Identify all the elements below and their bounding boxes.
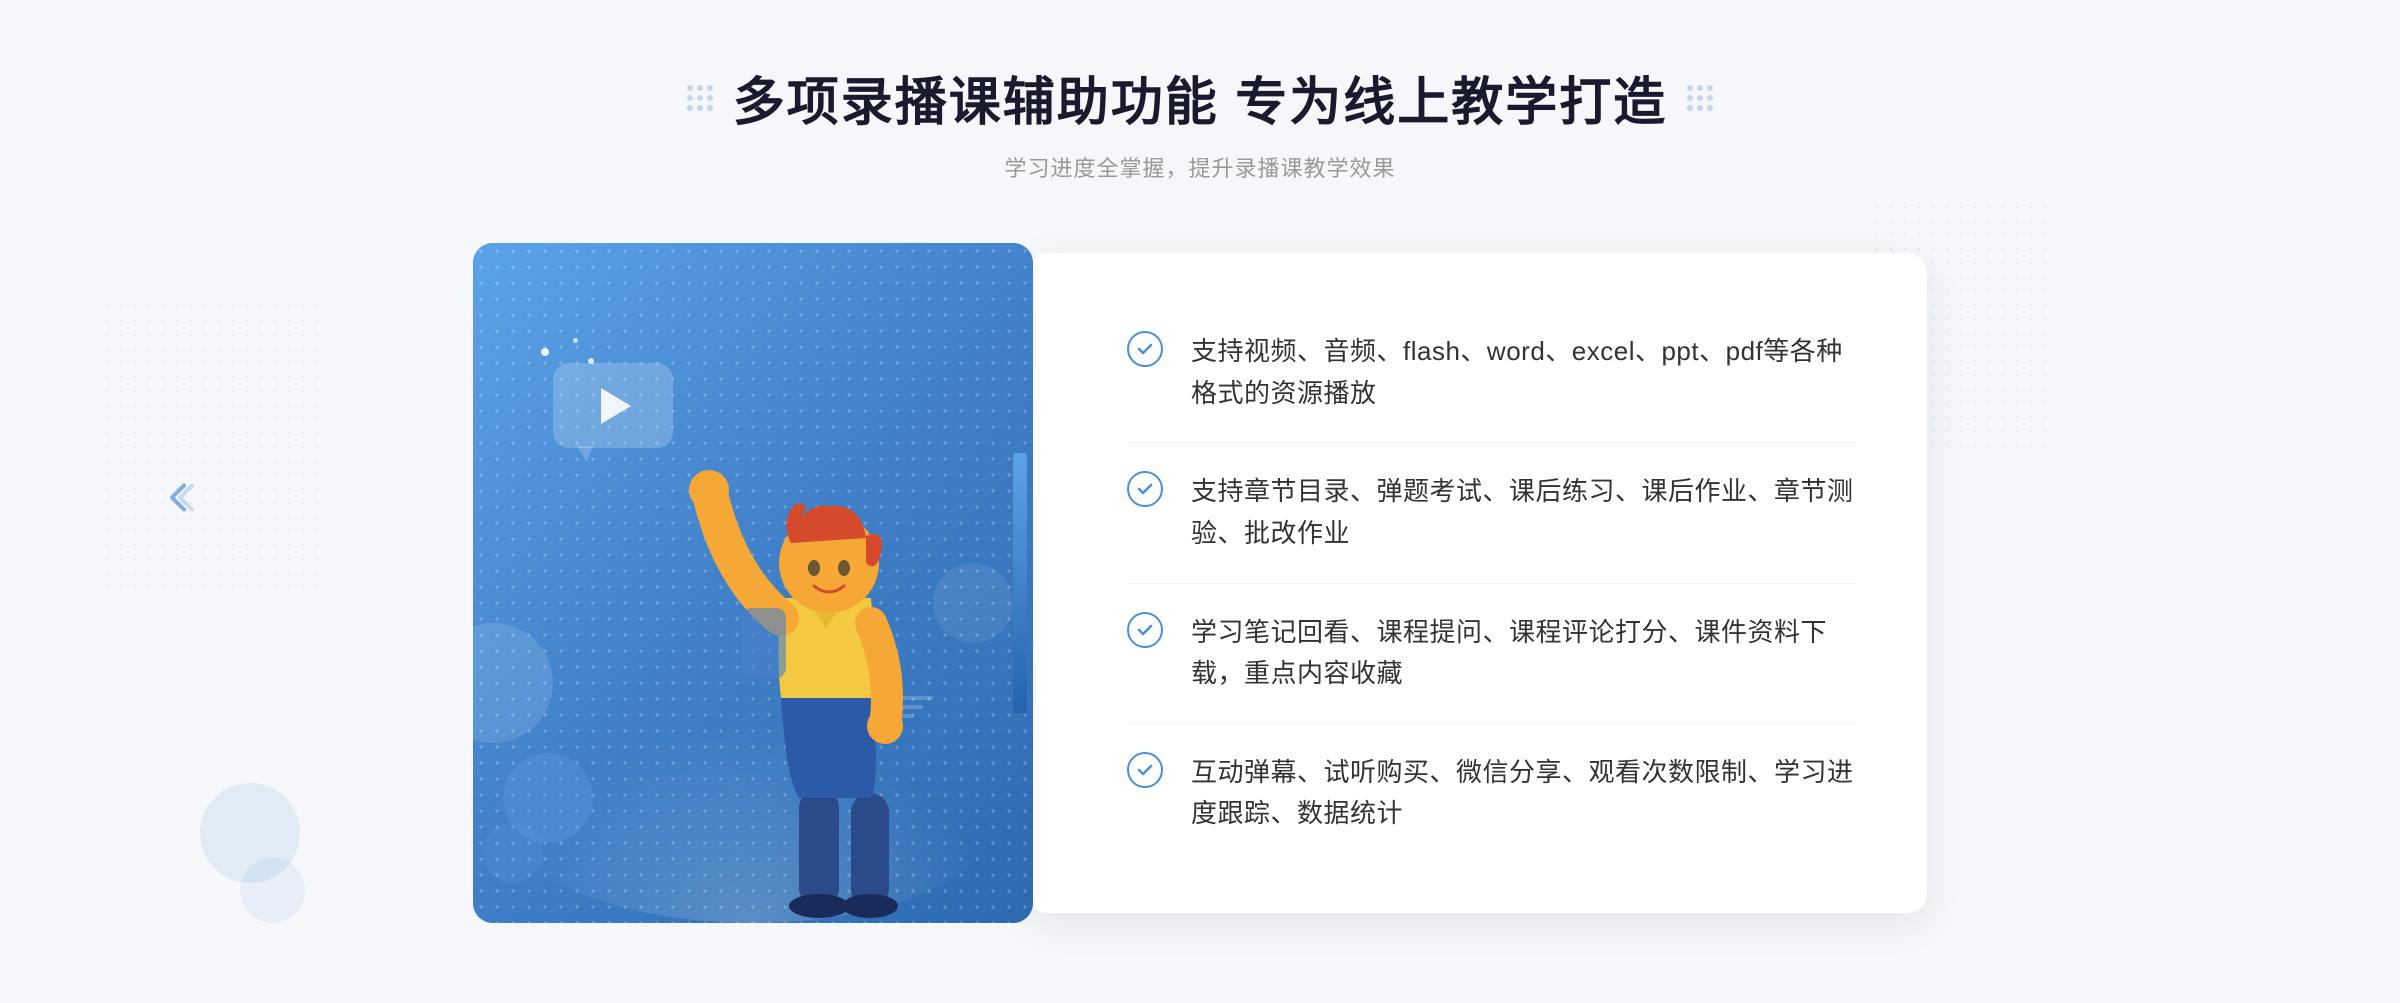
feature-text-4: 互动弹幕、试听购买、微信分享、观看次数限制、学习进度跟踪、数据统计 bbox=[1191, 752, 1857, 835]
feature-item-4: 互动弹幕、试听购买、微信分享、观看次数限制、学习进度跟踪、数据统计 bbox=[1127, 724, 1857, 863]
feature-item-1: 支持视频、音频、flash、word、excel、ppt、pdf等各种格式的资源… bbox=[1127, 303, 1857, 443]
play-triangle-icon bbox=[601, 388, 631, 424]
features-panel: 支持视频、音频、flash、word、excel、ppt、pdf等各种格式的资源… bbox=[1027, 253, 1927, 913]
header-decorators: 多项录播课辅助功能 专为线上教学打造 bbox=[687, 60, 1713, 135]
feature-item-3: 学习笔记回看、课程提问、课程评论打分、课件资料下载，重点内容收藏 bbox=[1127, 584, 1857, 724]
main-content: 支持视频、音频、flash、word、excel、ppt、pdf等各种格式的资源… bbox=[300, 243, 2100, 923]
left-arrow-decoration bbox=[160, 477, 200, 526]
check-icon-2 bbox=[1127, 471, 1163, 507]
page-deco-circle-2 bbox=[240, 858, 305, 923]
feature-text-3: 学习笔记回看、课程提问、课程评论打分、课件资料下载，重点内容收藏 bbox=[1191, 612, 1857, 695]
play-bubble-inner bbox=[553, 363, 673, 448]
features-panel-wrapper: 支持视频、音频、flash、word、excel、ppt、pdf等各种格式的资源… bbox=[1027, 253, 1927, 913]
check-icon-4 bbox=[1127, 752, 1163, 788]
sparkle-2 bbox=[573, 338, 578, 343]
feature-text-1: 支持视频、音频、flash、word、excel、ppt、pdf等各种格式的资源… bbox=[1191, 331, 1857, 414]
check-icon-1 bbox=[1127, 331, 1163, 367]
sparkle-3 bbox=[588, 358, 594, 364]
panel-accent-bar bbox=[1013, 453, 1027, 713]
feature-text-2: 支持章节目录、弹题考试、课后练习、课后作业、章节测验、批改作业 bbox=[1191, 471, 1857, 554]
right-decorator-dots bbox=[1687, 85, 1713, 111]
page-subtitle: 学习进度全掌握，提升录播课教学效果 bbox=[687, 151, 1713, 183]
dot-pattern-left bbox=[100, 300, 320, 600]
check-icon-3 bbox=[1127, 612, 1163, 648]
person-illustration bbox=[651, 398, 991, 923]
card-circle-bottom-2 bbox=[483, 823, 543, 883]
sparkle-1 bbox=[541, 348, 549, 356]
play-bubble bbox=[553, 363, 673, 463]
page-container: 多项录播课辅助功能 专为线上教学打造 学习进度全掌握，提升录播课教学效果 bbox=[0, 0, 2400, 1003]
page-title: 多项录播课辅助功能 专为线上教学打造 bbox=[733, 60, 1667, 135]
header-section: 多项录播课辅助功能 专为线上教学打造 学习进度全掌握，提升录播课教学效果 bbox=[687, 60, 1713, 183]
illustration-card bbox=[473, 243, 1033, 923]
feature-item-2: 支持章节目录、弹题考试、课后练习、课后作业、章节测验、批改作业 bbox=[1127, 443, 1857, 583]
left-decorator-dots bbox=[687, 85, 713, 111]
